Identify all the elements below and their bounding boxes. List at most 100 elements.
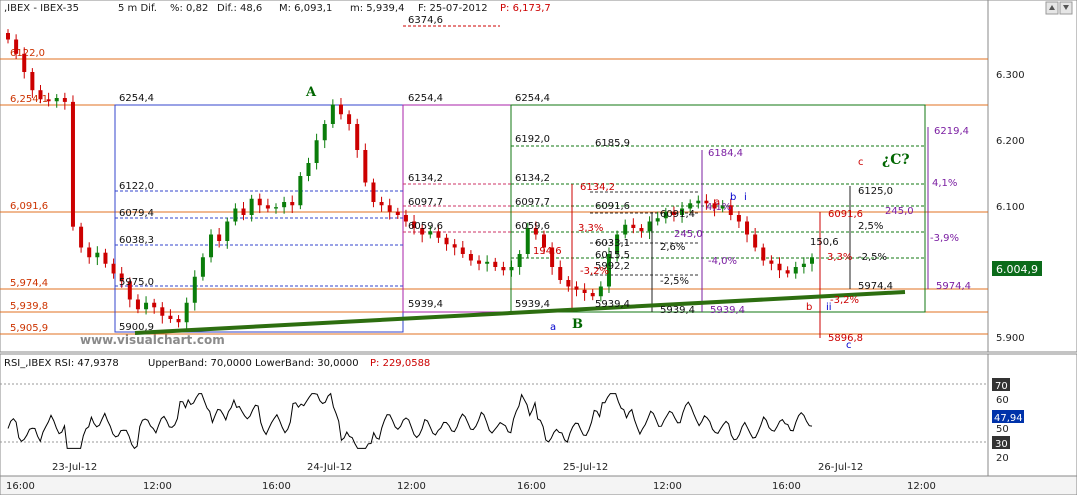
candle-down <box>290 202 295 206</box>
candle-down <box>22 53 27 72</box>
annotation-label: 245,0 <box>885 206 914 217</box>
current-price: 6.004,9 <box>996 263 1038 276</box>
price-tick: 6.300 <box>996 70 1025 81</box>
candle-down <box>452 244 457 248</box>
wave-label-c: ¿C? <box>882 152 910 168</box>
candle-down <box>436 231 441 238</box>
candle-down <box>566 280 571 287</box>
annotation-label: -3,2% <box>580 266 609 277</box>
current-price-badge: 6.004,9 <box>992 261 1042 276</box>
rsi-tick: 60 <box>996 395 1009 406</box>
rsi-upper-badge: 70 <box>995 381 1008 392</box>
annotation-label: 6134,2 <box>515 173 550 184</box>
annotation-label: 6038,3 <box>119 235 154 246</box>
annotation-label: 5900,9 <box>119 322 154 333</box>
candle-up <box>209 234 214 258</box>
candle-down <box>558 267 563 280</box>
annotation-label: 5974,4 <box>858 281 893 292</box>
annotation-label: 5939,4 <box>710 305 745 316</box>
candle-up <box>509 267 514 271</box>
time-tick: 16:00 <box>772 481 801 492</box>
candle-up <box>623 224 628 235</box>
candle-down <box>631 224 636 228</box>
annotation-label: 6219,4 <box>934 126 969 137</box>
annotation-label: 6254,4 <box>515 93 550 104</box>
candle-down <box>79 226 84 248</box>
annotation-label: 4,1% <box>932 178 957 189</box>
price-tick: 6.100 <box>996 202 1025 213</box>
price-tick: 6.200 <box>996 136 1025 147</box>
annotation-label: 5975,0 <box>119 277 154 288</box>
rsi-p: P: 229,0588 <box>370 358 430 369</box>
time-tick: 16:00 <box>6 481 35 492</box>
annotation-label: 5974,4 <box>936 281 971 292</box>
candle-up <box>688 203 693 209</box>
candle-down <box>769 260 774 264</box>
candle-up <box>793 267 798 274</box>
annotation-label: 6097,7 <box>515 197 550 208</box>
rsi-pane <box>0 353 989 477</box>
time-tick: 12:00 <box>143 481 172 492</box>
candle-up <box>517 254 522 267</box>
candle-down <box>761 247 766 261</box>
candle-down <box>363 150 368 183</box>
candle-up <box>225 221 230 241</box>
candle-down <box>168 315 173 319</box>
candle-up <box>184 302 189 323</box>
rsi-tick: 50 <box>996 424 1009 435</box>
price-chart[interactable]: ,IBEX - IBEX-35 5 m Dif. %: 0,82 Dif.: 4… <box>0 0 1077 495</box>
candle-up <box>801 263 806 267</box>
candle-up <box>696 200 701 204</box>
sub-wave-label: i <box>744 192 747 203</box>
candle-down <box>477 260 482 264</box>
candle-up <box>144 302 149 310</box>
level-label: 5,974,4 <box>10 278 48 289</box>
time-tick: 16:00 <box>517 481 546 492</box>
annotation-label: 150,6 <box>810 237 839 248</box>
annotation-label: 6015,5 <box>595 250 630 261</box>
annotation-label: 6091,6 <box>828 209 863 220</box>
annotation-label: 6134,2 <box>408 173 443 184</box>
candle-up <box>54 98 59 102</box>
candle-down <box>46 99 51 102</box>
candle-up <box>95 252 100 258</box>
annotation-label: 6059,6 <box>408 221 443 232</box>
candle-down <box>444 237 449 245</box>
candle-down <box>736 215 741 222</box>
annotation-label: 6254,4 <box>408 93 443 104</box>
sub-wave-label: a <box>550 322 556 333</box>
candle-down <box>387 205 392 212</box>
candle-down <box>590 293 595 297</box>
date-tick: 24-Jul-12 <box>307 462 352 473</box>
annotation-label: 3,3% <box>578 223 603 234</box>
annotation-label: 2,5% <box>858 221 883 232</box>
candle-down <box>160 307 165 316</box>
annotation-label: 6254,4 <box>119 93 154 104</box>
candle-up <box>192 276 197 303</box>
rsi-lower-badge: 30 <box>995 439 1008 450</box>
candle-down <box>38 90 43 100</box>
annotation-label: -2,5% <box>858 252 887 263</box>
candle-down <box>265 205 270 209</box>
candle-up <box>810 257 814 264</box>
time-tick: 12:00 <box>907 481 936 492</box>
rsi-bands: UpperBand: 70,0000 LowerBand: 30,0000 <box>148 358 359 369</box>
date-tick: 25-Jul-12 <box>563 462 608 473</box>
annotation-label: 6059,6 <box>515 221 550 232</box>
candle-down <box>501 267 506 271</box>
candle-up <box>306 163 311 176</box>
candle-down <box>574 286 579 290</box>
candle-down <box>257 198 262 206</box>
candle-up <box>330 104 335 124</box>
candle-down <box>460 247 465 254</box>
annotation-label: -4,0% <box>708 256 737 267</box>
rsi-current-badge: 47,94 <box>994 413 1023 424</box>
header-interval: 5 m Dif. <box>118 3 157 14</box>
time-tick: 12:00 <box>397 481 426 492</box>
annotation-label: 6134,2 <box>580 182 615 193</box>
time-tick: 16:00 <box>262 481 291 492</box>
annotation-label: 6079,4 <box>119 208 154 219</box>
candle-down <box>30 72 35 91</box>
annotation-label: 6097,7 <box>408 197 443 208</box>
candle-down <box>111 263 116 274</box>
